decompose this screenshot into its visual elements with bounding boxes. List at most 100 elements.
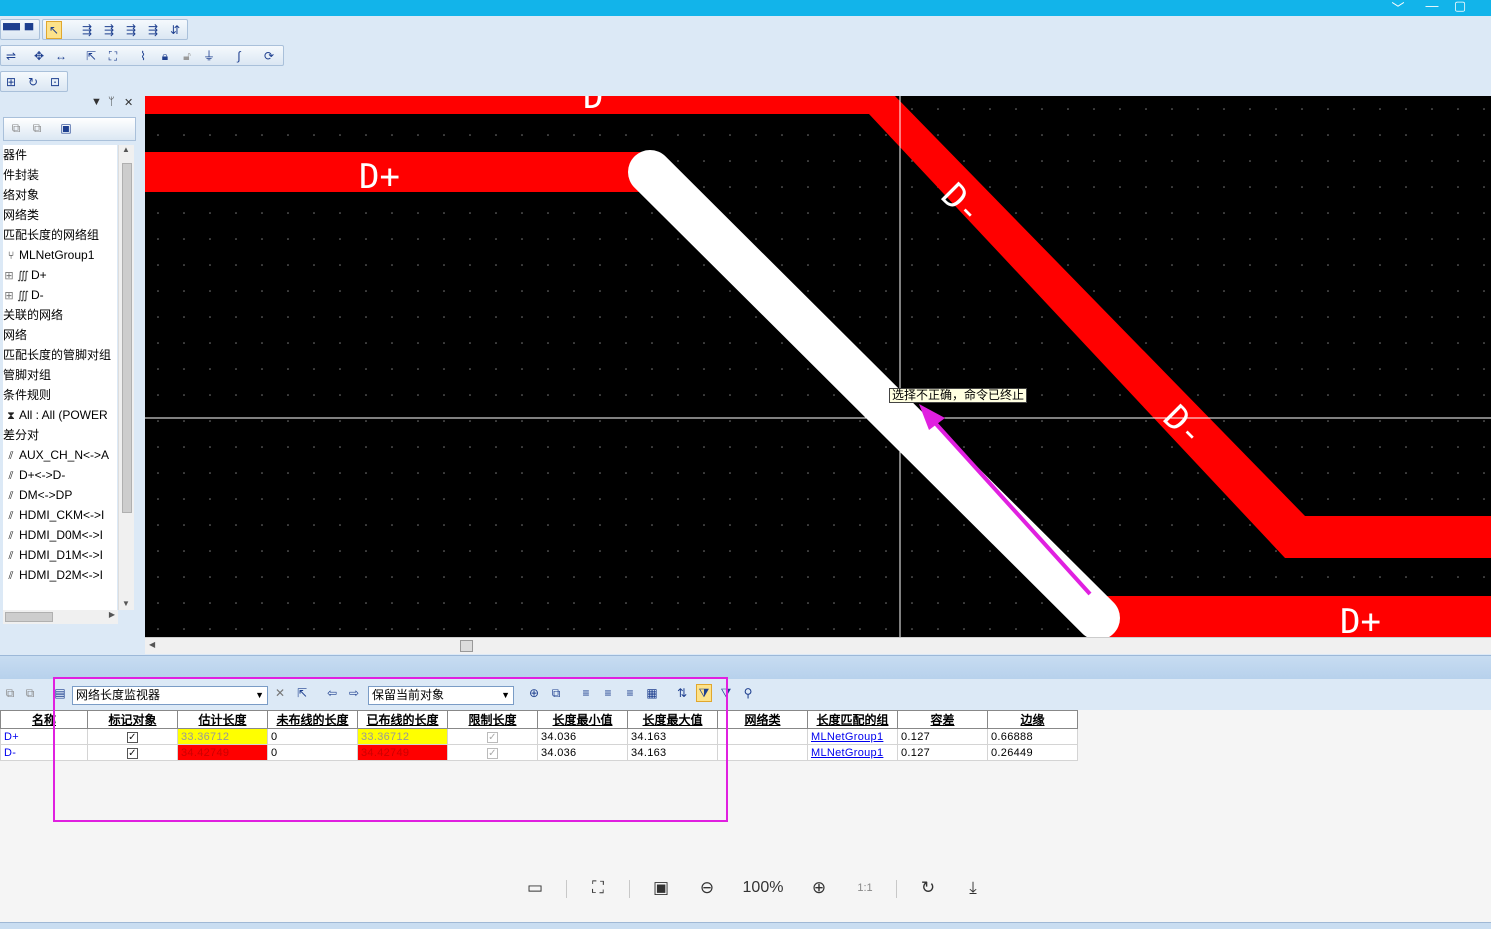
tree-item[interactable]: 管脚对组	[3, 365, 51, 385]
table-row[interactable]: D+ ✓ 33.36712 0 33.36712 ✓ 34.036 34.163 MLNetGr…	[0, 728, 1078, 745]
unlock-icon[interactable]: 🔓︎	[179, 48, 195, 64]
trace-dplus-upper[interactable]	[145, 152, 655, 192]
align-center-icon[interactable]: ≡	[600, 685, 616, 701]
rotate-icon[interactable]: ↻	[915, 876, 941, 900]
column-header[interactable]: 限制长度	[447, 710, 538, 729]
cell-limit[interactable]: ✓	[447, 744, 538, 761]
column-header[interactable]: 估计长度	[177, 710, 268, 729]
cell-min[interactable]: 34.036	[537, 744, 628, 761]
curve-icon[interactable]: ∫	[231, 48, 247, 64]
tree-item[interactable]: ⫽ D+<->D-	[3, 465, 66, 485]
tree-item[interactable]: 匹配长度的管脚对组	[3, 345, 111, 365]
cell-est[interactable]: 33.36712	[177, 728, 268, 745]
column-header[interactable]: 长度匹配的组	[807, 710, 898, 729]
fit-screen-icon[interactable]: ⛶	[585, 876, 611, 900]
tree-item[interactable]: ⫽ HDMI_D1M<->I	[3, 545, 103, 565]
tree-item[interactable]: 条件规则	[3, 385, 51, 405]
tree-item[interactable]: 网络	[3, 325, 27, 345]
ruler-icon[interactable]: ⇌	[3, 48, 19, 64]
column-header[interactable]: 已布线的长度	[357, 710, 448, 729]
close-icon[interactable]: ✕	[124, 96, 133, 109]
tree-vertical-scrollbar[interactable]: ▲ ▼	[118, 145, 134, 610]
tree-item[interactable]: ⊞ ∭ D-	[3, 285, 43, 306]
collapse-icon[interactable]: ﹀	[1388, 0, 1408, 17]
add-row-icon[interactable]: ⊕	[526, 685, 542, 701]
cell-tol[interactable]: 0.127	[897, 728, 988, 745]
cell-group[interactable]: MLNetGroup1	[807, 744, 898, 761]
redo-icon[interactable]: ↻	[25, 74, 41, 90]
group-link[interactable]: MLNetGroup1	[811, 731, 883, 743]
expand-icon[interactable]: ⊞	[3, 286, 15, 306]
sort-icon[interactable]: ⇅	[674, 685, 690, 701]
cell-netclass[interactable]	[717, 744, 808, 761]
stretch-icon[interactable]: ↔	[53, 48, 69, 64]
maximize-icon[interactable]: ▢	[1450, 0, 1470, 14]
route-icon-1[interactable]: ⇶	[79, 22, 95, 38]
zoom-in-icon[interactable]: ⊕	[806, 876, 832, 900]
box-select-icon[interactable]: ⛶	[105, 48, 121, 64]
tree-item[interactable]: ⊞ ∭ D+	[3, 265, 46, 286]
tree-item[interactable]: ⫽ AUX_CH_N<->A	[3, 445, 110, 465]
keep-select[interactable]: 保留当前对象 ▼	[368, 686, 514, 705]
cell-unrouted[interactable]: 0	[267, 744, 358, 761]
column-header[interactable]: 长度最小值	[537, 710, 628, 729]
align-left-icon[interactable]: ≡	[578, 685, 594, 701]
cell-max[interactable]: 34.163	[627, 728, 718, 745]
cell-max[interactable]: 34.163	[627, 744, 718, 761]
select-icon[interactable]: ↖	[46, 21, 62, 39]
tree-item[interactable]: ⑂ MLNetGroup1	[3, 245, 95, 265]
cell-routed[interactable]: 33.36712	[357, 728, 448, 745]
curve-route-icon[interactable]: ⌇	[135, 48, 151, 64]
copy-row-icon[interactable]: ⧉	[548, 685, 564, 701]
route-icon-2[interactable]: ⇶	[101, 22, 117, 38]
fullscreen-icon[interactable]: ▣	[648, 876, 674, 900]
cell-mark[interactable]: ✓	[87, 728, 178, 745]
forward-icon[interactable]: ⇨	[346, 685, 362, 701]
layout-alt-icon[interactable]: ▀	[21, 22, 37, 38]
pcb-canvas[interactable]: D D+ D- D- D+ 选择不正确，命令已终止	[145, 96, 1491, 637]
route-icon-3[interactable]: ⇶	[123, 22, 139, 38]
binoculars-icon[interactable]: ⚲	[740, 685, 756, 701]
column-header[interactable]: 长度最大值	[627, 710, 718, 729]
copy-icon[interactable]: ⧉	[2, 685, 18, 701]
close-icon[interactable]: ✕	[272, 685, 288, 701]
tree-item[interactable]: 网络类	[3, 205, 39, 225]
tree-item[interactable]: 器件	[3, 145, 27, 165]
tree-item[interactable]: 件封装	[3, 165, 39, 185]
tree-item[interactable]: 匹配长度的网络组	[3, 225, 99, 245]
cell-margin[interactable]: 0.66888	[987, 728, 1078, 745]
table-row[interactable]: D- ✓ 34.42749 0 34.42749 ✓ 34.036 34.163 MLNetGr…	[0, 744, 1078, 761]
column-header[interactable]: 容差	[897, 710, 988, 729]
cell-name[interactable]: D-	[0, 744, 88, 761]
expand-icon[interactable]: ⊞	[3, 266, 15, 286]
copy-icon[interactable]: ⧉	[8, 120, 24, 136]
ground-icon[interactable]: ⏚	[201, 48, 217, 64]
paste-icon[interactable]: ⧉	[29, 120, 45, 136]
scroll-thumb[interactable]	[5, 612, 53, 622]
actual-size-button[interactable]: 1:1	[852, 876, 878, 900]
zoom-area-icon[interactable]: ⊞	[3, 74, 19, 90]
cell-netclass[interactable]	[717, 728, 808, 745]
cell-est[interactable]: 34.42749	[177, 744, 268, 761]
tree-item[interactable]: 络对象	[3, 185, 39, 205]
table-icon[interactable]: ▤	[52, 685, 68, 701]
mark-checkbox[interactable]: ✓	[127, 747, 138, 759]
pin-icon[interactable]: ᛘ	[108, 96, 115, 108]
scroll-thumb[interactable]	[122, 163, 132, 513]
cell-group[interactable]: MLNetGroup1	[807, 728, 898, 745]
route-icon-4[interactable]: ⇶	[145, 22, 161, 38]
tree-item[interactable]: ⫽ HDMI_D0M<->I	[3, 525, 103, 545]
cell-name[interactable]: D+	[0, 728, 88, 745]
tree-item[interactable]: ⫽ HDMI_D2M<->I	[3, 565, 103, 585]
tree-item[interactable]: 差分对	[3, 425, 39, 445]
cell-routed[interactable]: 34.42749	[357, 744, 448, 761]
column-header[interactable]: 名称	[0, 710, 88, 729]
group-link[interactable]: MLNetGroup1	[811, 747, 883, 759]
refresh-icon[interactable]: ⟳	[261, 48, 277, 64]
cell-margin[interactable]: 0.26449	[987, 744, 1078, 761]
cell-tol[interactable]: 0.127	[897, 744, 988, 761]
column-header[interactable]: 标记对象	[87, 710, 178, 729]
route-icon-5[interactable]: ⇵	[167, 22, 183, 38]
column-header[interactable]: 未布线的长度	[267, 710, 358, 729]
cell-unrouted[interactable]: 0	[267, 728, 358, 745]
